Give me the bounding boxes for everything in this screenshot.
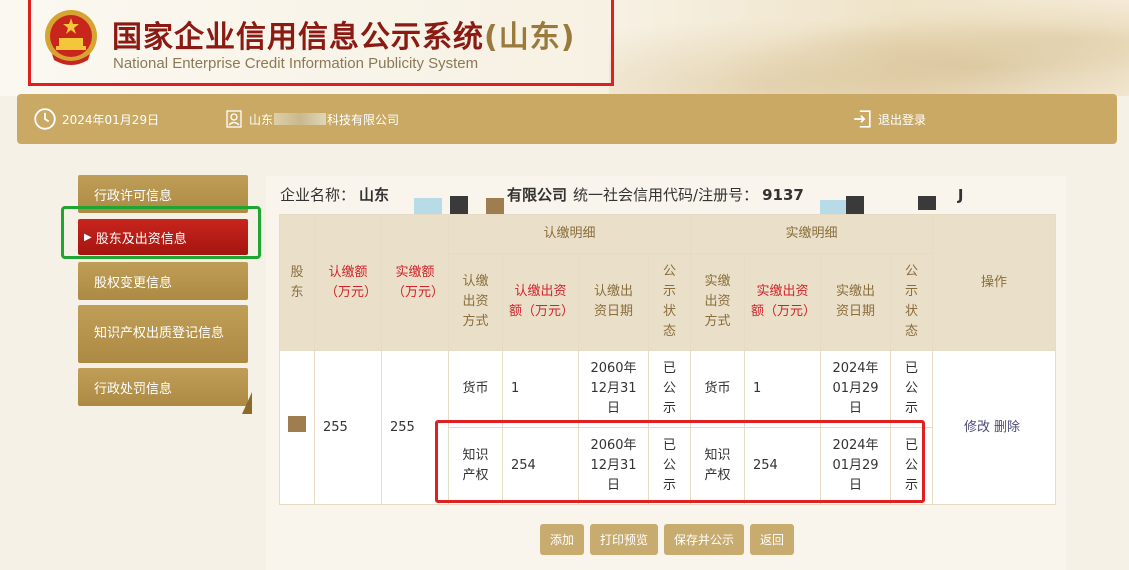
paid-method-cell: 货币	[690, 350, 746, 428]
annotation-green-frame	[61, 206, 261, 259]
table-row: 255 255 货币 1 2060年12月31日 已公示 货币 1 2024年0…	[279, 350, 1057, 505]
company-display: 山东 科技有限公司	[225, 94, 399, 144]
mosaic-redaction	[846, 196, 864, 216]
sub-status-cell: 已公示	[647, 350, 692, 428]
annotation-red-frame-header	[28, 0, 614, 86]
header-subscribed-amount: 认缴额（万元）	[314, 214, 382, 351]
nav-decoration	[242, 392, 252, 414]
logout-icon	[854, 110, 871, 128]
print-preview-button[interactable]: 打印预览	[590, 524, 659, 555]
header-paid-amount: 实缴额（万元）	[381, 214, 449, 351]
header-sub-amount: 认缴出资额（万元）	[502, 253, 579, 351]
header-group-subscribed: 认缴明细	[447, 214, 692, 254]
edit-link[interactable]: 修改	[964, 420, 990, 435]
nav-item-admin-penalty[interactable]: 行政处罚信息	[78, 368, 248, 406]
blurred-text	[274, 113, 327, 125]
header-paid-status: 公示状态	[890, 253, 934, 351]
paid-date-cell: 2024年01月29日	[820, 350, 892, 428]
save-publish-button[interactable]: 保存并公示	[664, 524, 745, 555]
header-paid-method: 实缴出资方式	[690, 253, 746, 351]
paid-amount-cell: 1	[744, 350, 822, 428]
subscribed-total-cell: 255	[314, 350, 382, 505]
header-decoration	[609, 0, 1129, 96]
mosaic-redaction	[918, 196, 936, 210]
back-button[interactable]: 返回	[750, 524, 795, 555]
header-shareholder: 股东	[279, 214, 315, 351]
shareholder-cell	[279, 350, 315, 505]
mosaic-redaction	[450, 196, 468, 216]
action-buttons: 添加 打印预览 保存并公示 返回	[540, 524, 795, 555]
nav-item-ip-pledge[interactable]: 知识产权出质登记信息	[78, 305, 248, 363]
header-sub-method: 认缴出资方式	[448, 253, 503, 351]
header-group-paid: 实缴明细	[690, 214, 934, 254]
add-button[interactable]: 添加	[540, 524, 585, 555]
sub-method-cell: 货币	[448, 350, 503, 428]
header-sub-status: 公示状态	[647, 253, 692, 351]
sub-date-cell: 2060年12月31日	[578, 350, 649, 428]
header-operations: 操作	[932, 214, 1057, 351]
mosaic-redaction	[288, 416, 306, 432]
sub-amount-cell: 1	[502, 350, 579, 428]
user-badge-icon	[226, 110, 242, 128]
date-display: 2024年01月29日	[34, 94, 159, 144]
operations-cell: 修改 删除	[932, 350, 1057, 505]
logout-link[interactable]: 退出登录	[852, 94, 926, 144]
nav-item-equity-change[interactable]: 股权变更信息	[78, 262, 248, 300]
header-paid-amount-detail: 实缴出资额（万元）	[744, 253, 822, 351]
paid-status-cell: 已公示	[890, 350, 934, 428]
header-sub-date: 认缴出资日期	[578, 253, 649, 351]
annotation-red-frame-row	[435, 420, 925, 503]
clock-icon	[34, 108, 56, 130]
mosaic-redaction	[820, 200, 848, 214]
header-paid-date: 实缴出资日期	[820, 253, 892, 351]
top-bar	[17, 94, 1117, 144]
delete-link[interactable]: 删除	[994, 420, 1020, 435]
